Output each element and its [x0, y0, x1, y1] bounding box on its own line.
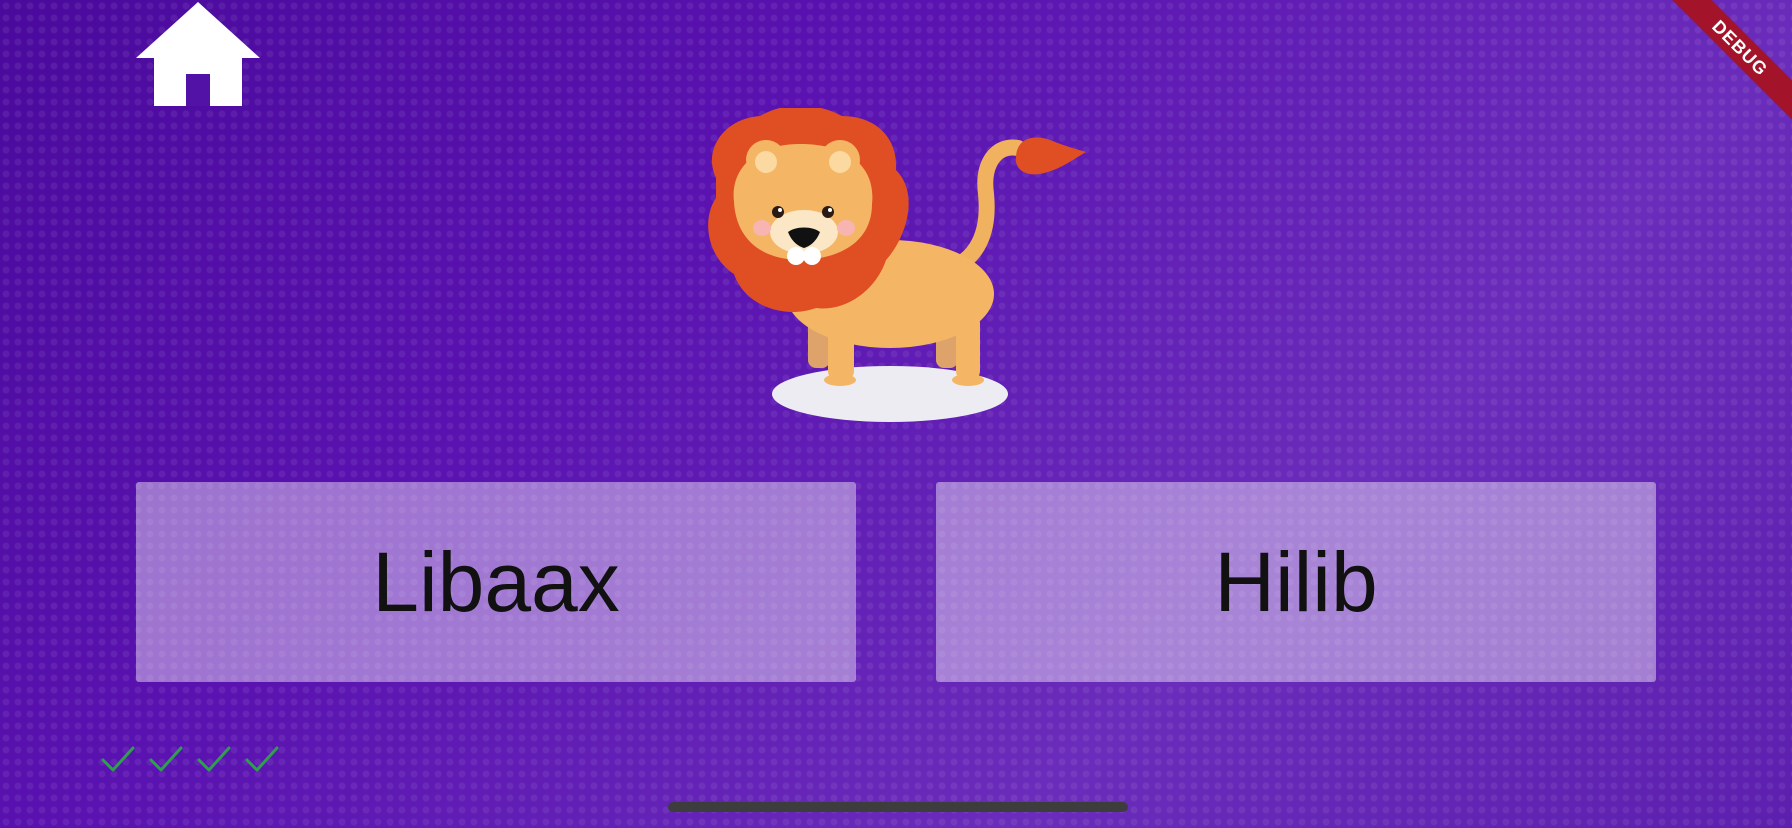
- answer-option-hilib[interactable]: Hilib: [936, 482, 1656, 682]
- checkmark-icon: [196, 744, 232, 776]
- progress-checkmarks: [100, 744, 280, 776]
- answer-option-libaax[interactable]: Libaax: [136, 482, 856, 682]
- checkmark-icon: [244, 744, 280, 776]
- lion-illustration: [700, 108, 1090, 428]
- answer-label: Hilib: [1214, 534, 1378, 629]
- debug-label: DEBUG: [1652, 0, 1792, 136]
- home-icon: [136, 2, 260, 106]
- checkmark-icon: [148, 744, 184, 776]
- checkmark-icon: [100, 744, 136, 776]
- debug-banner: DEBUG: [1652, 0, 1792, 140]
- home-button[interactable]: [136, 2, 260, 106]
- home-indicator[interactable]: [668, 802, 1128, 812]
- answer-label: Libaax: [372, 534, 620, 629]
